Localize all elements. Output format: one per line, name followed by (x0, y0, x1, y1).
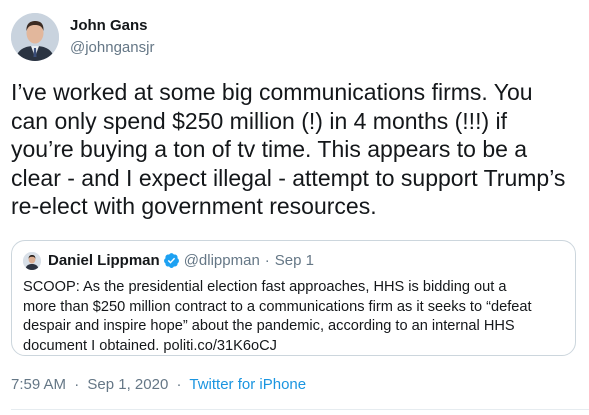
profile-photo-icon (11, 13, 59, 61)
meta-separator: · (176, 376, 182, 393)
quoted-separator: · (264, 252, 270, 269)
profile-photo-icon (23, 252, 41, 270)
tweet-text: I’ve worked at some big communications f… (11, 79, 566, 219)
author-name[interactable]: John Gans (70, 17, 148, 34)
divider (11, 409, 589, 410)
quoted-date: Sep 1 (274, 252, 314, 269)
author-avatar[interactable] (11, 13, 59, 61)
tweet-meta: 7:59 AM · Sep 1, 2020 · Twitter for iPho… (11, 376, 306, 393)
quoted-author-name: Daniel Lippman (48, 252, 160, 269)
verified-badge-icon (163, 253, 179, 268)
meta-separator: · (74, 376, 80, 393)
author-handle[interactable]: @johngansjr (70, 39, 154, 56)
tweet-date[interactable]: Sep 1, 2020 (87, 376, 168, 393)
quoted-tweet-header: Daniel Lippman @dlippman · Sep 1 (48, 252, 314, 269)
quoted-author-avatar (23, 252, 41, 270)
tweet-time[interactable]: 7:59 AM (11, 376, 66, 393)
quoted-tweet-card[interactable]: Daniel Lippman @dlippman · Sep 1 SCOOP: … (11, 240, 576, 356)
tweet-source-link[interactable]: Twitter for iPhone (189, 376, 306, 393)
quoted-tweet-text: SCOOP: As the presidential election fast… (23, 279, 532, 354)
quoted-author-handle: @dlippman (183, 252, 260, 269)
